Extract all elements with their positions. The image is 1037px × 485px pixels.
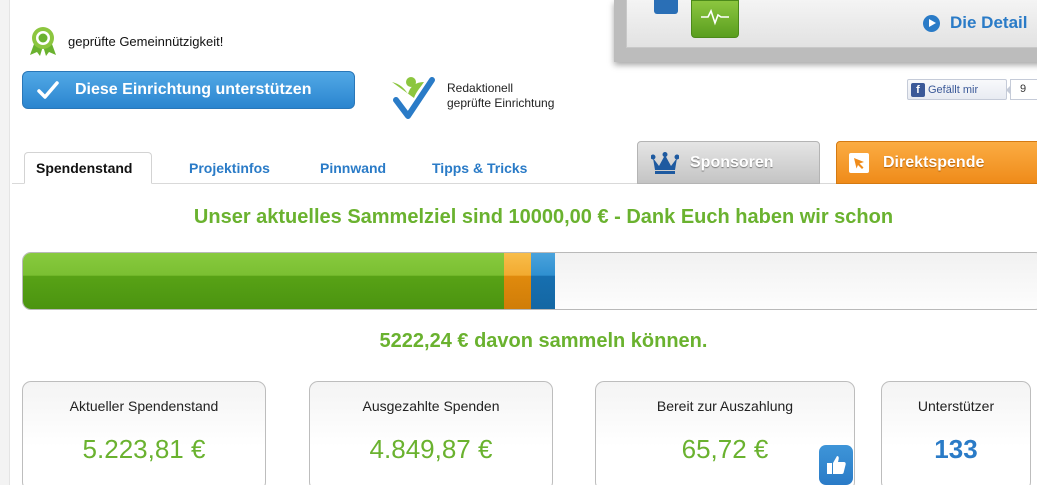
page-left-edge [0,0,10,485]
support-button[interactable]: Diese Einrichtung unterstützen [22,71,355,109]
tab-pinnwand[interactable]: Pinnwand [320,152,386,184]
activity-icon [691,0,739,38]
donation-progress-bar [22,252,1037,310]
details-popup-panel: Die Detail [626,0,1037,48]
tab-spendenstand[interactable]: Spendenstand [24,152,152,184]
progress-fill-orange [504,253,531,309]
stat-supporters: Unterstützer 133 [881,381,1031,485]
details-link[interactable]: Die Detail [923,13,1027,33]
tab-projektinfos[interactable]: Projektinfos [189,152,270,184]
collected-text: 5222,24 € davon sammeln können. [379,330,708,352]
stat-label: Bereit zur Auszahlung [656,398,794,414]
editorial-line-2: geprüfte Einrichtung [447,96,555,110]
crown-icon [651,151,679,174]
goal-text: Unser aktuelles Sammelziel sind 10000,00… [193,206,894,228]
editorial-label: Redaktionell geprüfte Einrichtung [447,81,554,111]
play-circle-icon [923,14,940,32]
stat-value: 4.849,87 € [369,434,493,464]
award-seal-icon [30,27,56,56]
direct-donation-tab[interactable]: Direktspende [836,141,1037,184]
details-popup: Die Detail [614,0,1037,62]
stat-label: Unterstützer [917,398,995,414]
sponsors-tab-label: Sponsoren [690,153,774,171]
tab-tipps-tricks[interactable]: Tipps & Tricks [432,152,527,184]
facebook-like-button[interactable]: f Gefällt mir [907,79,1007,100]
facebook-icon: f [911,82,925,97]
editorial-check-icon [392,77,435,119]
cursor-arrow-icon [849,152,869,173]
stat-current-donations: Aktueller Spendenstand 5.223,81 € [22,381,266,485]
details-link-label: Die Detail [950,13,1028,32]
stat-value: 133 [934,434,978,464]
thumbs-up-icon[interactable] [819,445,853,485]
seal-text: geprüfte Gemeinnützigkeit! [68,34,224,49]
facebook-like-label: Gefällt mir [928,83,979,96]
checkmark-icon [37,81,59,99]
stat-value: 5.223,81 € [82,434,206,464]
editorial-line-1: Redaktionell [447,81,514,95]
progress-fill-blue [530,253,556,309]
support-button-label: Diese Einrichtung unterstützen [75,81,312,98]
sponsors-tab[interactable]: Sponsoren [637,141,820,184]
progress-fill-green [23,253,505,309]
stat-value: 65,72 € [681,434,769,464]
stat-label: Ausgezahlte Spenden [362,398,500,414]
stat-ready-for-payout: Bereit zur Auszahlung 65,72 € [595,381,855,485]
direct-donation-tab-label: Direktspende [883,153,985,171]
stat-label: Aktueller Spendenstand [69,398,219,414]
project-icon [654,0,678,14]
facebook-like-count: 9 [1006,79,1037,100]
stat-paid-donations: Ausgezahlte Spenden 4.849,87 € [309,381,553,485]
